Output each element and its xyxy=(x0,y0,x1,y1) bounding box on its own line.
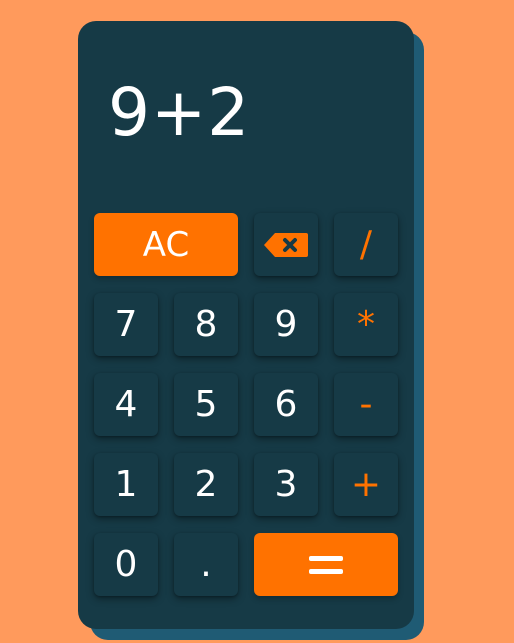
equals-button[interactable] xyxy=(254,533,398,596)
calculator: 9+2 AC / 7 8 9 * 4 5 6 - 1 2 3 + 0 . xyxy=(78,21,414,629)
clear-button-label: AC xyxy=(142,224,190,265)
digit-2-button[interactable]: 2 xyxy=(174,453,238,516)
add-button[interactable]: + xyxy=(334,453,398,516)
backspace-button[interactable] xyxy=(254,213,318,276)
backspace-icon xyxy=(264,232,308,257)
digit-9-button[interactable]: 9 xyxy=(254,293,318,356)
digit-6-button[interactable]: 6 xyxy=(254,373,318,436)
multiply-button[interactable]: * xyxy=(334,293,398,356)
digit-0-button[interactable]: 0 xyxy=(94,533,158,596)
digit-7-button[interactable]: 7 xyxy=(94,293,158,356)
digit-8-button[interactable]: 8 xyxy=(174,293,238,356)
display-expression: 9+2 xyxy=(108,74,251,151)
equals-icon xyxy=(309,555,343,574)
decimal-button[interactable]: . xyxy=(174,533,238,596)
clear-button[interactable]: AC xyxy=(94,213,238,276)
subtract-button[interactable]: - xyxy=(334,373,398,436)
digit-4-button[interactable]: 4 xyxy=(94,373,158,436)
digit-5-button[interactable]: 5 xyxy=(174,373,238,436)
digit-1-button[interactable]: 1 xyxy=(94,453,158,516)
divide-button[interactable]: / xyxy=(334,213,398,276)
digit-3-button[interactable]: 3 xyxy=(254,453,318,516)
